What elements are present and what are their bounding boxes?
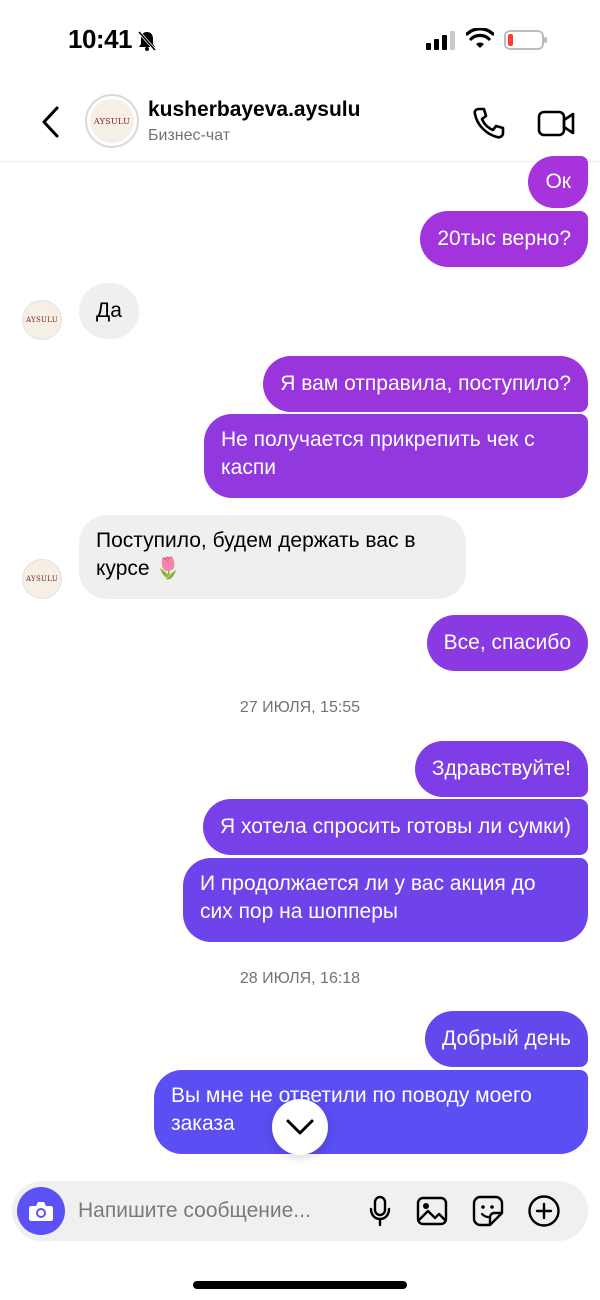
back-button[interactable]: [34, 102, 66, 142]
message-outgoing[interactable]: И продолжается ли у вас акция до сих пор…: [183, 858, 588, 942]
contact-avatar[interactable]: AYSULU: [85, 94, 139, 148]
chevron-left-icon: [42, 106, 59, 138]
contact-subtitle: Бизнес-чат: [148, 127, 231, 144]
message-outgoing[interactable]: Добрый день: [425, 1011, 588, 1067]
camera-button[interactable]: [17, 1187, 65, 1235]
date-separator: 27 ИЮЛЯ, 15:55: [239, 699, 361, 716]
camera-icon: [29, 1202, 53, 1221]
contact-avatar-small[interactable]: AYSULU: [22, 559, 62, 599]
plus-icon: [528, 1195, 560, 1227]
logo-text: AYSULU: [25, 575, 59, 583]
message-outgoing[interactable]: Все, спасибо: [426, 615, 588, 671]
message-outgoing[interactable]: Ок: [528, 156, 588, 208]
logo-text: AYSULU: [25, 316, 59, 324]
wifi-icon: [466, 28, 494, 48]
home-indicator: [193, 1281, 407, 1289]
battery-low-icon: [504, 30, 547, 50]
phone-icon[interactable]: [470, 106, 506, 140]
chat-header: AYSULU kusherbayeva.aysulu Бизнес-чат: [0, 82, 600, 162]
video-camera-icon[interactable]: [536, 106, 576, 140]
image-icon: [416, 1196, 448, 1226]
status-bar: 10:41: [0, 0, 600, 82]
sticker-button[interactable]: [471, 1194, 505, 1228]
sticker-icon: [472, 1195, 504, 1227]
bell-muted-icon: [137, 31, 157, 51]
message-outgoing[interactable]: Я вам отправила, поступило?: [263, 356, 588, 412]
message-outgoing[interactable]: Я хотела спросить готовы ли сумки): [203, 799, 588, 855]
message-incoming[interactable]: Поступило, будем держать вас в курсе 🌷: [79, 515, 466, 599]
message-outgoing[interactable]: 20тыс верно?: [420, 211, 588, 267]
cellular-signal-icon: [426, 31, 455, 50]
gallery-button[interactable]: [415, 1194, 449, 1228]
contact-avatar-small[interactable]: AYSULU: [22, 300, 62, 340]
chevron-down-icon: [286, 1119, 314, 1135]
contact-name[interactable]: kusherbayeva.aysulu: [148, 98, 360, 122]
aysulu-logo: AYSULU: [90, 99, 134, 143]
message-composer: [12, 1181, 588, 1241]
microphone-icon: [369, 1195, 391, 1227]
message-outgoing[interactable]: Вы мне не ответили по поводу моего заказ…: [154, 1070, 588, 1154]
message-incoming[interactable]: Да: [79, 283, 139, 339]
logo-text: AYSULU: [93, 116, 131, 126]
microphone-button[interactable]: [363, 1194, 397, 1228]
message-outgoing[interactable]: Не получается прикрепить чек с каспи: [204, 414, 588, 498]
plus-button[interactable]: [527, 1194, 561, 1228]
scroll-to-bottom-button[interactable]: [272, 1099, 328, 1155]
message-input[interactable]: [78, 1195, 348, 1227]
status-time: 10:41: [68, 24, 133, 54]
date-separator: 28 ИЮЛЯ, 16:18: [239, 970, 361, 987]
message-outgoing[interactable]: Здравствуйте!: [414, 741, 588, 797]
